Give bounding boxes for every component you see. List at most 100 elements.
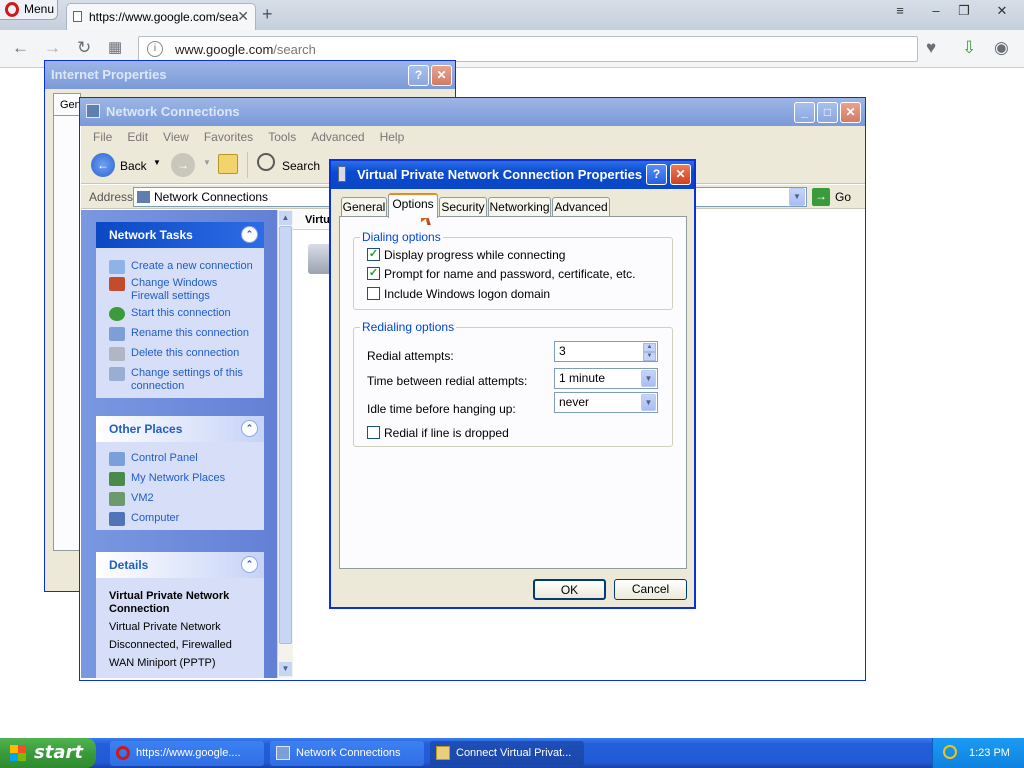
maximize-button[interactable]: □ <box>817 102 838 123</box>
taskbar-item-connect-vpn[interactable]: Connect Virtual Privat... <box>430 741 584 766</box>
search-icon[interactable] <box>257 153 275 171</box>
menu-file[interactable]: File <box>93 130 112 144</box>
browser-tab[interactable]: https://www.google.com/sea ✕ <box>66 3 256 30</box>
other-places-header[interactable]: Other Places ⌃ <box>96 416 264 442</box>
place-vm2[interactable]: VM2 <box>96 492 264 506</box>
list-column-header[interactable]: Virtu <box>293 210 333 230</box>
task-change-firewall[interactable]: Change Windows Firewall settings <box>96 277 264 303</box>
redial-if-dropped-label[interactable]: Redial if line is dropped <box>384 426 509 440</box>
menu-view[interactable]: View <box>163 130 189 144</box>
tray-search-icon[interactable] <box>943 745 957 759</box>
close-window-icon[interactable]: ✕ <box>992 2 1012 20</box>
general-tab[interactable]: Gen <box>53 93 81 115</box>
taskbar-item-browser[interactable]: https://www.google.... <box>110 741 264 766</box>
menu-edit[interactable]: Edit <box>127 130 148 144</box>
minimize-icon[interactable]: – <box>926 2 946 20</box>
other-places-panel: Other Places ⌃ Control Panel My Network P… <box>96 416 264 530</box>
start-button[interactable]: start <box>0 738 96 768</box>
time-between-select[interactable]: 1 minute ▼ <box>554 368 658 389</box>
network-folder-icon <box>137 191 150 203</box>
task-pane-scrollbar[interactable]: ▲ ▼ <box>277 210 293 678</box>
display-progress-checkbox[interactable]: ✓ <box>367 248 380 261</box>
chevron-down-icon[interactable]: ▼ <box>641 370 656 387</box>
go-button[interactable]: Go <box>835 190 851 204</box>
address-dropdown-icon[interactable]: ▼ <box>789 188 805 206</box>
restore-icon[interactable]: ❐ <box>954 2 974 20</box>
redialing-options-group: Redialing options Redial attempts: 3 ▲ ▼… <box>353 320 673 447</box>
menu-favorites[interactable]: Favorites <box>204 130 253 144</box>
menu-advanced[interactable]: Advanced <box>311 130 364 144</box>
collapse-chevron-icon[interactable]: ⌃ <box>241 226 258 243</box>
scroll-down-icon[interactable]: ▼ <box>279 662 292 676</box>
tab-options[interactable]: Options <box>388 193 438 218</box>
scroll-thumb[interactable] <box>279 226 292 644</box>
tab-networking[interactable]: Networking <box>488 197 551 217</box>
network-tasks-header[interactable]: Network Tasks ⌃ <box>96 222 264 248</box>
spin-up-icon[interactable]: ▲ <box>643 343 656 352</box>
minimize-button[interactable]: _ <box>794 102 815 123</box>
collapse-chevron-icon[interactable]: ⌃ <box>241 420 258 437</box>
tab-advanced[interactable]: Advanced <box>552 197 610 217</box>
include-logon-domain-checkbox[interactable] <box>367 287 380 300</box>
idle-time-select[interactable]: never ▼ <box>554 392 658 413</box>
scroll-up-icon[interactable]: ▲ <box>279 211 292 225</box>
clock[interactable]: 1:23 PM <box>969 747 1010 759</box>
taskbar-item-network-connections[interactable]: Network Connections <box>270 741 424 766</box>
browser-menu-button[interactable]: Menu <box>0 0 58 20</box>
place-my-network-places[interactable]: My Network Places <box>96 472 264 486</box>
include-logon-domain-label[interactable]: Include Windows logon domain <box>384 287 550 301</box>
spin-down-icon[interactable]: ▼ <box>643 352 656 361</box>
cancel-button[interactable]: Cancel <box>614 579 687 600</box>
task-delete-connection[interactable]: Delete this connection <box>96 347 264 361</box>
up-folder-icon[interactable] <box>218 154 238 174</box>
redial-attempts-spinner[interactable]: 3 ▲ ▼ <box>554 341 658 362</box>
back-arrow-icon[interactable]: ← <box>12 38 29 58</box>
new-tab-icon[interactable]: + <box>262 4 273 25</box>
task-change-settings[interactable]: Change settings of this connection <box>96 367 264 393</box>
back-dropdown-icon[interactable]: ▼ <box>153 158 161 167</box>
collapse-chevron-icon[interactable]: ⌃ <box>241 556 258 573</box>
display-progress-label[interactable]: Display progress while connecting <box>384 248 565 262</box>
details-header[interactable]: Details ⌃ <box>96 552 264 578</box>
search-button-label[interactable]: Search <box>282 159 320 173</box>
site-info-icon[interactable]: i <box>147 41 163 57</box>
forward-icon[interactable]: → <box>171 153 195 177</box>
back-button-label[interactable]: Back <box>120 159 147 173</box>
redial-if-dropped-checkbox[interactable] <box>367 426 380 439</box>
place-control-panel[interactable]: Control Panel <box>96 452 264 466</box>
prompt-credentials-checkbox[interactable]: ✓ <box>367 267 380 280</box>
back-icon[interactable]: ← <box>91 153 115 177</box>
ok-button[interactable]: OK <box>533 579 606 600</box>
account-icon[interactable]: ◉ <box>994 38 1009 58</box>
task-rename-connection[interactable]: Rename this connection <box>96 327 264 341</box>
task-start-connection[interactable]: Start this connection <box>96 307 264 321</box>
tab-security[interactable]: Security <box>439 197 487 217</box>
address-label: Address <box>89 190 134 204</box>
speed-dial-grid-icon[interactable]: ▦ <box>108 38 122 56</box>
close-tab-icon[interactable]: ✕ <box>237 8 249 25</box>
dialing-options-group: Dialing options ✓ Display progress while… <box>353 230 673 310</box>
place-computer[interactable]: Computer <box>96 512 264 526</box>
menu-tools[interactable]: Tools <box>268 130 296 144</box>
bookmark-heart-icon[interactable]: ♥ <box>926 38 936 58</box>
tab-general[interactable]: General <box>341 197 387 217</box>
help-button[interactable]: ? <box>646 164 667 185</box>
close-button[interactable]: ✕ <box>840 102 861 123</box>
close-button[interactable]: ✕ <box>670 164 691 185</box>
chevron-down-icon[interactable]: ▼ <box>641 394 656 411</box>
prompt-credentials-label[interactable]: Prompt for name and password, certificat… <box>384 267 635 281</box>
forward-dropdown-icon[interactable]: ▼ <box>203 158 211 167</box>
close-button[interactable]: ✕ <box>431 65 452 86</box>
download-icon[interactable]: ⇩ <box>962 38 976 58</box>
task-create-connection[interactable]: Create a new connection <box>96 260 264 274</box>
reload-icon[interactable]: ↻ <box>77 38 91 58</box>
menu-help[interactable]: Help <box>380 130 405 144</box>
network-folder-icon <box>86 104 100 118</box>
help-button[interactable]: ? <box>408 65 429 86</box>
forward-arrow-icon[interactable]: → <box>44 38 61 58</box>
go-arrow-icon[interactable]: → <box>812 188 830 206</box>
computer-vm-icon <box>109 492 125 506</box>
url-input[interactable]: i www.google.com/search <box>138 36 918 62</box>
dialog-title: Virtual Private Network Connection Prope… <box>357 167 643 182</box>
tab-menu-icon[interactable]: ≡ <box>890 2 910 20</box>
